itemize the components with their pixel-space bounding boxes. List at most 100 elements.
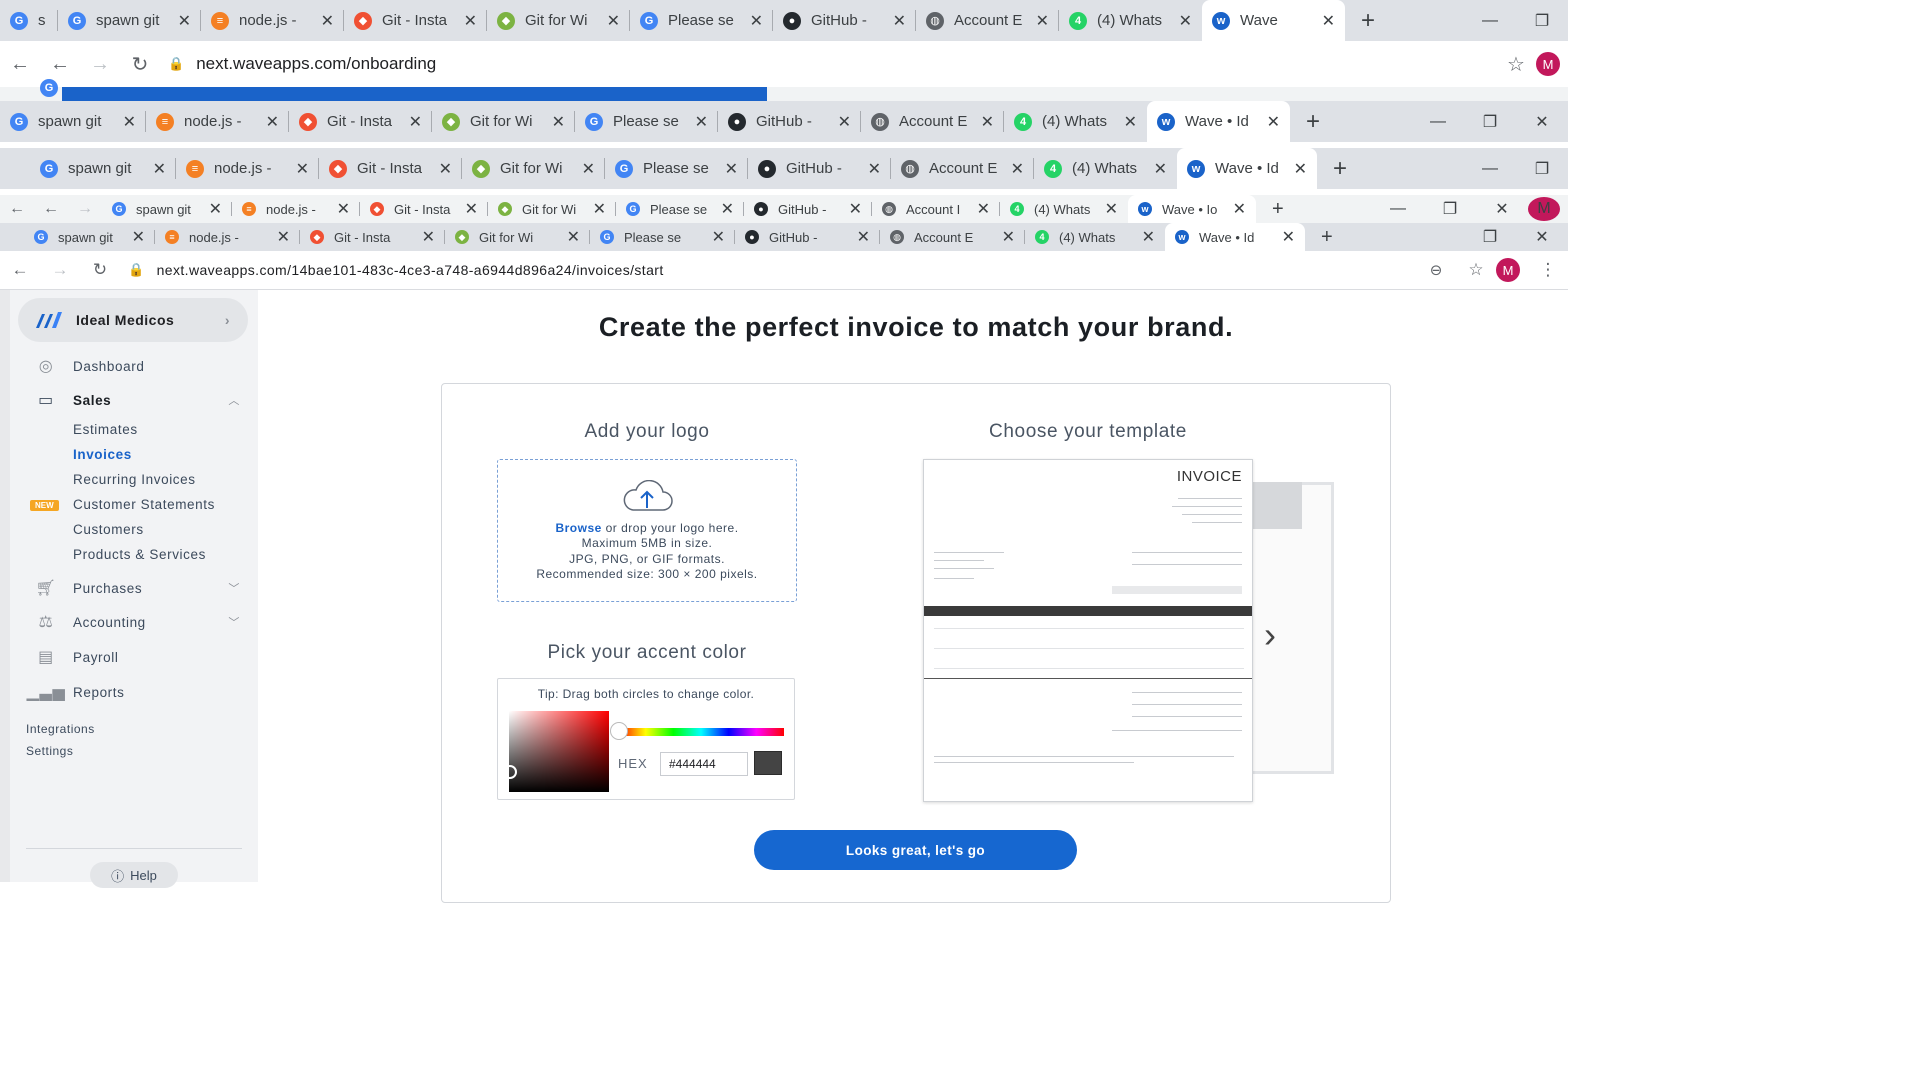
browser-tab[interactable]: G Please se ✕	[590, 223, 735, 251]
browser-tab[interactable]: ◍ Account I ✕	[872, 195, 1000, 223]
close-icon[interactable]: ✕	[1002, 227, 1015, 247]
browser-tab[interactable]: ≡ node.js - ✕	[232, 195, 360, 223]
saturation-area[interactable]	[503, 711, 609, 792]
browser-tab[interactable]: Gspawn git ✕	[102, 195, 232, 223]
sidebar-item-products-services[interactable]: Products & Services	[73, 547, 206, 562]
new-tab-button[interactable]: +	[1290, 101, 1336, 142]
browser-tab[interactable]: ◆ Git - Insta ✕	[319, 148, 462, 189]
close-icon[interactable]: ✕	[1179, 11, 1192, 31]
business-switcher[interactable]: Ideal Medicos ›	[18, 298, 248, 342]
template-preview[interactable]: INVOICE	[923, 459, 1253, 802]
browser-tab[interactable]: G Please se ✕	[575, 101, 718, 142]
close-icon[interactable]: ✕	[552, 112, 565, 132]
sidebar-item-customers[interactable]: Customers	[73, 522, 144, 537]
url-field[interactable]: 🔒 next.waveapps.com/onboarding	[168, 49, 1488, 79]
close-icon[interactable]: ✕	[439, 159, 452, 179]
star-icon[interactable]: ☆	[1456, 260, 1496, 280]
browser-tab[interactable]: 4 (4) Whats ✕	[1025, 223, 1165, 251]
close-icon[interactable]: ✕	[422, 227, 435, 247]
close-icon[interactable]: ✕	[464, 11, 477, 31]
browser-tab[interactable]: ◆ Git - Insta ✕	[344, 0, 487, 41]
close-window-icon[interactable]: ✕	[1476, 195, 1528, 223]
logo-dropzone[interactable]: Browse or drop your logo here. Maximum 5…	[497, 459, 797, 602]
browser-tab[interactable]: ≡ node.js - ✕	[155, 223, 300, 251]
browser-tab[interactable]: 4 (4) Whats ✕	[1059, 0, 1202, 41]
back-icon[interactable]: ←	[40, 53, 80, 76]
sidebar-item-accounting[interactable]: ⚖︎ Accounting ﹀	[10, 610, 258, 634]
close-icon[interactable]: ✕	[321, 11, 334, 31]
browser-tab[interactable]: ◍ Account E ✕	[880, 223, 1025, 251]
zoom-icon[interactable]: ⊖	[1416, 261, 1456, 279]
browser-tab-active[interactable]: w Wave • Id ✕	[1165, 223, 1305, 251]
close-icon[interactable]: ✕	[750, 11, 763, 31]
close-icon[interactable]: ✕	[1282, 227, 1295, 247]
hex-input[interactable]	[660, 752, 748, 776]
close-icon[interactable]: ✕	[153, 159, 166, 179]
close-icon[interactable]: ✕	[178, 11, 191, 31]
close-icon[interactable]: ✕	[296, 159, 309, 179]
back-icon[interactable]: ←	[34, 200, 68, 218]
restore-icon[interactable]: ❐	[1464, 101, 1516, 142]
close-icon[interactable]: ✕	[409, 112, 422, 132]
browser-tab[interactable]: ≡ node.js - ✕	[176, 148, 319, 189]
close-icon[interactable]: ✕	[1154, 159, 1167, 179]
sidebar-item-recurring-invoices[interactable]: Recurring Invoices	[73, 472, 196, 487]
restore-icon[interactable]: ❐	[1516, 0, 1568, 41]
minimize-icon[interactable]: —	[1464, 148, 1516, 189]
browser-tab[interactable]: Gspawn git ✕	[58, 0, 201, 41]
browser-tab[interactable]: ◍ Account E ✕	[861, 101, 1004, 142]
close-icon[interactable]: ✕	[868, 159, 881, 179]
sidebar-item-customer-statements[interactable]: Customer Statements	[73, 497, 215, 512]
browser-tab[interactable]: G Please se ✕	[630, 0, 773, 41]
browser-tab[interactable]: ◆ Git - Insta ✕	[300, 223, 445, 251]
browser-tab-active[interactable]: w Wave • Io ✕	[1128, 195, 1256, 223]
back-icon[interactable]: ←	[0, 53, 40, 76]
browser-tab[interactable]: ● GitHub - ✕	[773, 0, 916, 41]
browser-tab-active[interactable]: w Wave • Id ✕	[1177, 148, 1317, 189]
close-icon[interactable]: ✕	[977, 199, 990, 219]
new-tab-button[interactable]: +	[1256, 195, 1300, 223]
browser-tab[interactable]: 4 (4) Whats ✕	[1034, 148, 1177, 189]
back-icon[interactable]: ←	[0, 260, 40, 280]
new-tab-button[interactable]: +	[1345, 0, 1391, 41]
help-button[interactable]: ⓘ Help	[90, 862, 178, 888]
back-icon[interactable]: ←	[0, 200, 34, 218]
close-window-icon[interactable]: ✕	[1516, 223, 1568, 251]
browser-tab[interactable]: Gspawn git ✕	[0, 223, 155, 251]
browser-tab-active[interactable]: w Wave • Id ✕	[1147, 101, 1290, 142]
restore-icon[interactable]: ❐	[1464, 223, 1516, 251]
sidebar-item-invoices[interactable]: Invoices	[73, 447, 132, 462]
browser-tab[interactable]: ● GitHub - ✕	[718, 101, 861, 142]
close-icon[interactable]: ✕	[725, 159, 738, 179]
browser-tab[interactable]: ◆ Git for Wi ✕	[432, 101, 575, 142]
sidebar-item-sales[interactable]: ▭ Sales ︿	[10, 388, 258, 412]
sidebar-item-dashboard[interactable]: ◎ Dashboard	[10, 354, 258, 378]
close-icon[interactable]: ✕	[1233, 199, 1246, 219]
browser-tab[interactable]: ◆ Git for Wi ✕	[487, 0, 630, 41]
forward-icon[interactable]: →	[40, 260, 80, 280]
close-icon[interactable]: ✕	[695, 112, 708, 132]
browser-tab[interactable]: ◆ Git - Insta ✕	[360, 195, 488, 223]
minimize-icon[interactable]: —	[1464, 0, 1516, 41]
reload-icon[interactable]: ↻	[80, 260, 120, 280]
menu-icon[interactable]: ⋮	[1528, 260, 1568, 280]
avatar[interactable]: M	[1528, 197, 1560, 221]
sidebar-item-purchases[interactable]: 🛒︎ Purchases ﹀	[10, 576, 258, 600]
close-window-icon[interactable]: ✕	[1516, 101, 1568, 142]
browser-tab[interactable]: G Please se ✕	[616, 195, 744, 223]
close-icon[interactable]: ✕	[1011, 159, 1024, 179]
browser-tab-active[interactable]: w Wave ✕	[1202, 0, 1345, 41]
sidebar-item-payroll[interactable]: ▤ Payroll	[10, 645, 258, 669]
close-icon[interactable]: ✕	[1036, 11, 1049, 31]
avatar[interactable]: M	[1496, 258, 1520, 282]
close-icon[interactable]: ✕	[607, 11, 620, 31]
close-icon[interactable]: ✕	[277, 227, 290, 247]
close-icon[interactable]: ✕	[1142, 227, 1155, 247]
browser-tab[interactable]: ◆ Git - Insta ✕	[289, 101, 432, 142]
sidebar-item-estimates[interactable]: Estimates	[73, 422, 138, 437]
close-icon[interactable]: ✕	[465, 199, 478, 219]
star-icon[interactable]: ☆	[1496, 52, 1536, 77]
close-icon[interactable]: ✕	[1294, 159, 1307, 179]
new-tab-button[interactable]: +	[1305, 223, 1349, 251]
close-icon[interactable]: ✕	[838, 112, 851, 132]
